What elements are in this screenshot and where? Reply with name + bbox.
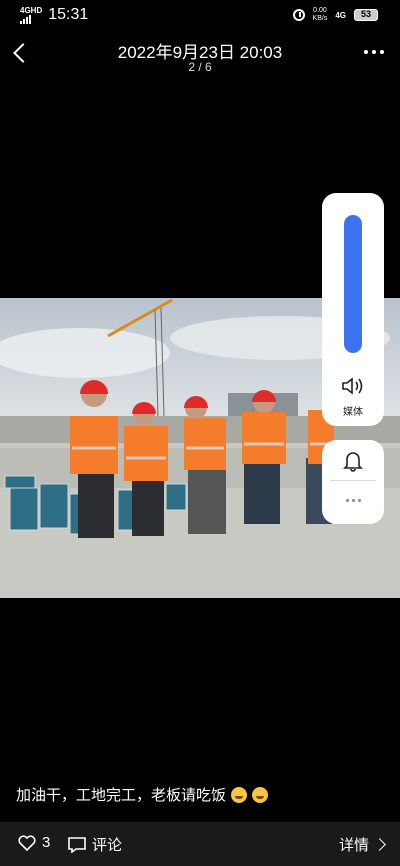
smile-emoji-icon — [231, 787, 248, 803]
status-bar: 4GHD 15:31 0.00 KB/s 4G 53 — [0, 0, 400, 32]
details-button[interactable]: 详情 — [338, 834, 386, 855]
more-options-button[interactable] — [364, 50, 384, 54]
divider — [330, 480, 376, 481]
photo-counter: 2 / 6 — [188, 60, 212, 74]
comment-button[interactable]: 评论 — [68, 834, 122, 855]
bottom-action-bar: 3 评论 详情 — [0, 822, 400, 866]
bell-icon[interactable] — [343, 450, 363, 472]
network-type: 4G — [335, 10, 346, 20]
speaker-icon[interactable] — [341, 377, 365, 395]
clock: 15:31 — [48, 6, 89, 23]
volume-panel: 媒体 — [322, 193, 384, 426]
network-speed: 0.00 KB/s — [312, 7, 328, 22]
alarm-icon — [292, 9, 305, 21]
like-button[interactable]: 3 — [18, 834, 50, 851]
battery-icon: 53 — [354, 9, 378, 21]
heart-icon — [18, 834, 36, 851]
signal-indicator: 4GHD — [20, 5, 43, 24]
comment-label: 评论 — [92, 837, 123, 854]
viewer-header: 2022年9月23日 20:03 2 / 6 — [0, 32, 400, 78]
more-volume-settings-button[interactable] — [346, 499, 361, 502]
media-volume-label: 媒体 — [343, 407, 363, 418]
ringer-panel — [322, 440, 384, 524]
details-label: 详情 — [338, 837, 369, 854]
like-count: 3 — [42, 834, 51, 851]
chevron-right-icon — [373, 838, 386, 851]
grin-emoji-icon — [252, 787, 269, 803]
signal-icon — [20, 14, 42, 24]
network-label: 4GHD — [20, 5, 43, 15]
comment-icon — [68, 836, 86, 853]
photo-caption: 加油干，工地完工，老板请吃饭 — [16, 784, 269, 805]
volume-slider[interactable] — [344, 215, 362, 353]
